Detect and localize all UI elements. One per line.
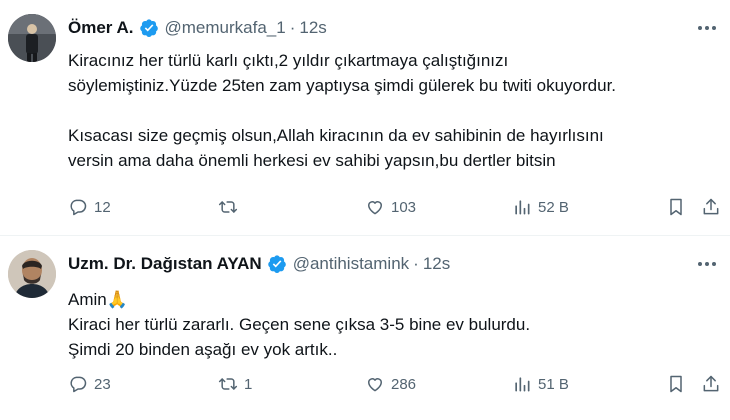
more-icon[interactable] xyxy=(696,19,718,37)
views-icon xyxy=(515,200,530,215)
like-icon xyxy=(368,378,382,392)
avatar[interactable] xyxy=(8,250,56,298)
tweet[interactable]: Ömer A. @memurkafa_1 · 12s Kiracınız her… xyxy=(0,0,730,236)
retweet-button[interactable]: 1 xyxy=(218,373,252,395)
tweet-text-line: Şimdi 20 binden aşağı ev yok artık.. xyxy=(68,340,338,359)
tweet-header: Ömer A. @memurkafa_1 · 12s xyxy=(68,17,327,39)
views-icon xyxy=(515,377,530,392)
share-icon xyxy=(703,198,719,215)
author-handle[interactable]: @memurkafa_1 xyxy=(165,18,286,38)
reply-button[interactable]: 23 xyxy=(68,373,111,395)
like-button[interactable]: 286 xyxy=(365,373,416,395)
tweet-text-line: versin ama daha önemli herkesi ev sahibi… xyxy=(68,151,556,170)
more-icon[interactable] xyxy=(696,255,718,273)
retweet-count: 1 xyxy=(244,375,253,393)
author-name[interactable]: Uzm. Dr. Dağıstan AYAN xyxy=(68,254,262,274)
reply-icon xyxy=(70,199,87,216)
tweet-header: Uzm. Dr. Dağıstan AYAN @antihistamink · … xyxy=(68,253,450,275)
views-button[interactable]: 51 B xyxy=(512,373,569,395)
pray-emoji: 🙏 xyxy=(106,290,128,309)
like-count: 286 xyxy=(391,375,417,393)
share-button[interactable] xyxy=(701,373,721,395)
action-bar: 12 103 52 B xyxy=(68,196,721,218)
views-count: 51 B xyxy=(538,375,569,393)
like-count: 103 xyxy=(391,198,417,216)
views-count: 52 B xyxy=(538,198,569,216)
author-handle[interactable]: @antihistamink xyxy=(293,254,409,274)
tweet-text: Kiracınız her türlü karlı çıktı,2 yıldır… xyxy=(68,48,616,173)
timestamp[interactable]: 12s xyxy=(299,18,326,38)
tweet-text-line: Amin🙏 xyxy=(68,287,530,312)
verified-badge-icon xyxy=(267,255,286,273)
reply-count: 12 xyxy=(94,198,111,216)
share-button[interactable] xyxy=(701,196,721,218)
tweet-text-line: söylemiştiniz.Yüzde 25ten zam yaptıysa ş… xyxy=(68,76,617,95)
like-button[interactable]: 103 xyxy=(365,196,416,218)
tweet-text-line: Kiraci her türlü zararlı. Geçen sene çık… xyxy=(68,315,531,334)
separator-dot: · xyxy=(289,18,296,37)
tweet[interactable]: Uzm. Dr. Dağıstan AYAN @antihistamink · … xyxy=(0,236,730,420)
bookmark-icon xyxy=(670,375,682,393)
reply-button[interactable]: 12 xyxy=(68,196,111,218)
retweet-icon xyxy=(218,378,238,390)
retweet-icon xyxy=(218,201,238,213)
reply-icon xyxy=(70,376,87,393)
bookmark-button[interactable] xyxy=(666,373,686,395)
tweet-text-word: Amin xyxy=(68,290,107,309)
tweet-text-line: Kiracınız her türlü karlı çıktı,2 yıldır… xyxy=(68,51,509,70)
author-name[interactable]: Ömer A. xyxy=(68,18,134,38)
retweet-button[interactable] xyxy=(218,196,244,218)
timestamp[interactable]: 12s xyxy=(423,254,450,274)
action-bar: 23 1 286 51 B xyxy=(68,373,721,395)
avatar[interactable] xyxy=(8,14,56,62)
bookmark-icon xyxy=(670,198,682,216)
verified-badge-icon xyxy=(139,19,158,37)
like-icon xyxy=(368,201,382,215)
tweet-text: Amin🙏 Kiraci her türlü zararlı. Geçen se… xyxy=(68,287,530,362)
views-button[interactable]: 52 B xyxy=(512,196,569,218)
bookmark-button[interactable] xyxy=(666,196,686,218)
reply-count: 23 xyxy=(94,375,111,393)
tweet-text-line: Kısacası size geçmiş olsun,Allah kiracın… xyxy=(68,126,604,145)
share-icon xyxy=(703,375,719,392)
separator-dot: · xyxy=(413,254,419,273)
